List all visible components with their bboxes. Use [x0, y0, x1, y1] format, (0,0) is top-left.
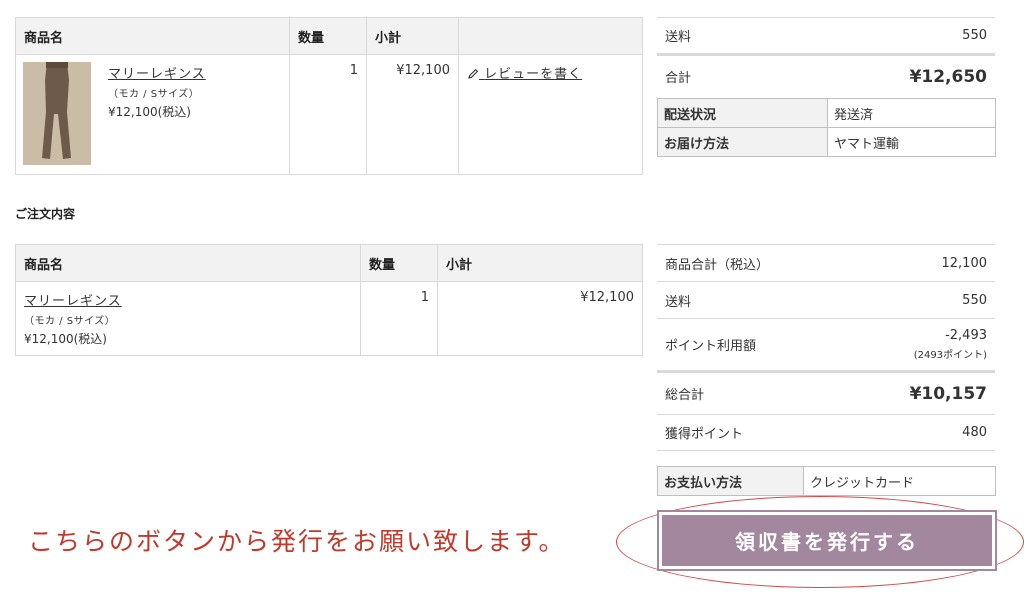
payment-method-value: クレジットカード — [803, 466, 996, 496]
items-total-label: 商品合計（税込） — [665, 257, 770, 273]
top-shipping-row: 送料 550 — [657, 17, 995, 53]
order-header-qty: 数量 — [360, 244, 438, 282]
delivery-info-table: 配送状況 発送済 お届け方法 ヤマト運輸 — [657, 98, 996, 157]
order-product-variant: （モカ / Sサイズ） — [24, 316, 116, 327]
write-review-label: レビューを書く — [484, 67, 583, 82]
order-qty-cell: 1 — [360, 281, 438, 356]
points-used-label: ポイント利用額 — [665, 339, 757, 354]
delivery-status-label: 配送状況 — [657, 98, 828, 128]
top-total-value: ¥12,650 — [909, 66, 987, 87]
earned-points-label: 獲得ポイント — [665, 427, 744, 442]
issue-receipt-button[interactable]: 領収書を発行する — [657, 510, 997, 571]
payment-method-label: お支払い方法 — [657, 466, 804, 496]
points-used-row: ポイント利用額 -2,493 (2493ポイント) — [657, 318, 995, 370]
items-total-value: 12,100 — [941, 255, 988, 271]
review-cell: レビューを書く — [458, 54, 643, 175]
points-used-note: (2493ポイント) — [913, 350, 987, 361]
order-shipping-value: 550 — [962, 292, 987, 308]
order-items-table: 商品名 数量 小計 マリーレギンス （モカ / Sサイズ） ¥12,100(税込… — [15, 244, 643, 356]
order-header-product: 商品名 — [15, 244, 361, 282]
qty-cell: 1 — [289, 54, 367, 175]
points-used-value: -2,493 — [945, 328, 987, 343]
items-total-row: 商品合計（税込） 12,100 — [657, 244, 995, 281]
pencil-icon — [467, 68, 479, 84]
header-subtotal: 小計 — [366, 17, 459, 55]
product-thumbnail[interactable] — [23, 62, 91, 165]
write-review-link[interactable]: レビューを書く — [467, 67, 582, 82]
review-items-table: 商品名 数量 小計 マリーレギンス （モカ / Sサイズ） ¥12,100(税込… — [15, 17, 643, 175]
order-section-title: ご注文内容 — [15, 207, 76, 221]
earned-points-value: 480 — [962, 425, 987, 440]
product-variant: （モカ / Sサイズ） — [108, 89, 200, 100]
order-header-subtotal: 小計 — [437, 244, 643, 282]
grand-total-label: 総合計 — [665, 388, 705, 403]
delivery-method-label: お届け方法 — [657, 127, 828, 157]
header-product: 商品名 — [15, 17, 290, 55]
order-product-price: ¥12,100(税込) — [24, 332, 107, 346]
order-shipping-label: 送料 — [665, 294, 692, 310]
order-product-name-link[interactable]: マリーレギンス — [24, 294, 122, 309]
top-total-row: 合計 ¥12,650 — [657, 53, 995, 97]
order-subtotal-cell: ¥12,100 — [437, 281, 643, 356]
grand-total-row: 総合計 ¥10,157 — [657, 370, 995, 414]
annotation-note: こちらのボタンから発行をお願い致します。 — [28, 527, 566, 556]
grand-total-value: ¥10,157 — [909, 383, 987, 404]
payment-method-table: お支払い方法 クレジットカード — [657, 466, 996, 496]
top-shipping-value: 550 — [962, 28, 987, 43]
product-name-link[interactable]: マリーレギンス — [108, 67, 206, 82]
order-product-cell: マリーレギンス （モカ / Sサイズ） ¥12,100(税込) — [15, 281, 361, 356]
top-shipping-label: 送料 — [665, 30, 692, 45]
header-qty: 数量 — [289, 17, 367, 55]
product-price: ¥12,100(税込) — [108, 105, 191, 119]
earned-points-row: 獲得ポイント 480 — [657, 414, 995, 451]
order-shipping-row: 送料 550 — [657, 281, 995, 318]
top-total-label: 合計 — [665, 71, 692, 86]
header-actions — [458, 17, 643, 55]
points-used-values: -2,493 (2493ポイント) — [914, 328, 987, 361]
subtotal-cell: ¥12,100 — [366, 54, 459, 175]
delivery-method-value: ヤマト運輸 — [827, 127, 996, 157]
delivery-status-value: 発送済 — [827, 98, 996, 128]
